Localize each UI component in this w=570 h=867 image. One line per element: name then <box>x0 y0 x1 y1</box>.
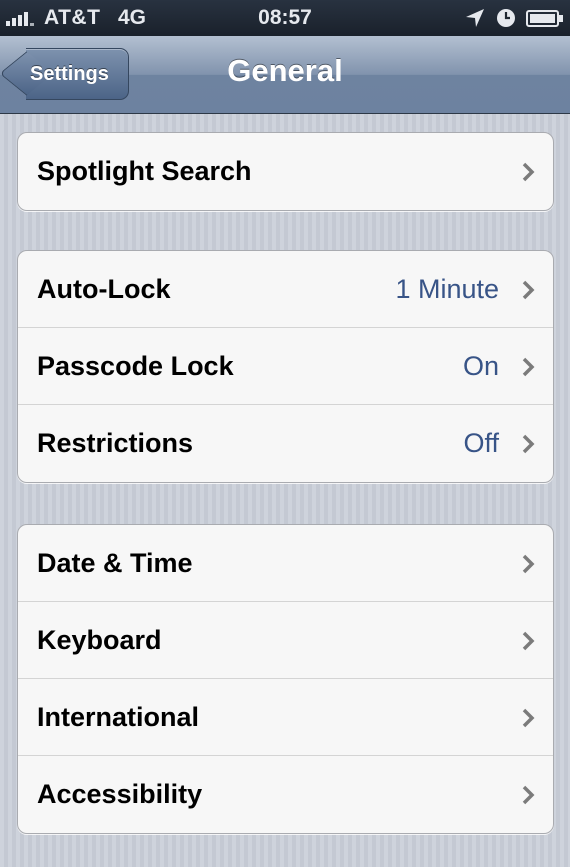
chevron-right-icon <box>522 554 535 574</box>
row-keyboard[interactable]: Keyboard <box>18 602 553 679</box>
row-label: Spotlight Search <box>37 156 252 186</box>
row-value: 1 Minute <box>395 274 499 304</box>
chevron-right-icon <box>522 434 535 454</box>
row-value: On <box>462 351 499 381</box>
chevron-right-icon <box>522 708 535 728</box>
row-spotlight-search[interactable]: Spotlight Search <box>18 133 553 210</box>
chevron-right-icon <box>522 631 535 651</box>
row-label: Restrictions <box>37 428 194 458</box>
row-date-time[interactable]: Date & Time <box>18 525 553 602</box>
settings-group-lock: Auto-Lock 1 Minute Passcode Lock On Rest… <box>17 250 554 483</box>
navigation-bar: Settings General <box>0 36 570 114</box>
row-auto-lock[interactable]: Auto-Lock 1 Minute <box>18 251 553 328</box>
row-label: Date & Time <box>37 548 193 578</box>
battery-icon <box>526 10 563 27</box>
chevron-right-icon <box>522 357 535 377</box>
status-bar: AT&T 4G 08:57 <box>0 0 570 36</box>
back-button-label: Settings <box>30 63 109 85</box>
clock-icon <box>497 9 515 27</box>
row-label: Passcode Lock <box>37 351 234 381</box>
settings-group-spotlight: Spotlight Search <box>17 132 554 211</box>
settings-group-system: Date & Time Keyboard International Acces… <box>17 524 554 834</box>
chevron-right-icon <box>522 785 535 805</box>
location-icon <box>466 9 484 27</box>
row-label: Keyboard <box>37 625 162 655</box>
row-label: Accessibility <box>37 779 203 809</box>
chevron-right-icon <box>522 162 535 182</box>
row-passcode-lock[interactable]: Passcode Lock On <box>18 328 553 405</box>
row-international[interactable]: International <box>18 679 553 756</box>
row-accessibility[interactable]: Accessibility <box>18 756 553 833</box>
row-restrictions[interactable]: Restrictions Off <box>18 405 553 482</box>
row-label: Auto-Lock <box>37 274 171 304</box>
row-value: Off <box>463 428 499 458</box>
page-title: General <box>227 53 343 88</box>
row-label: International <box>37 702 200 732</box>
back-button-settings[interactable]: Settings <box>26 48 129 100</box>
chevron-right-icon <box>522 280 535 300</box>
